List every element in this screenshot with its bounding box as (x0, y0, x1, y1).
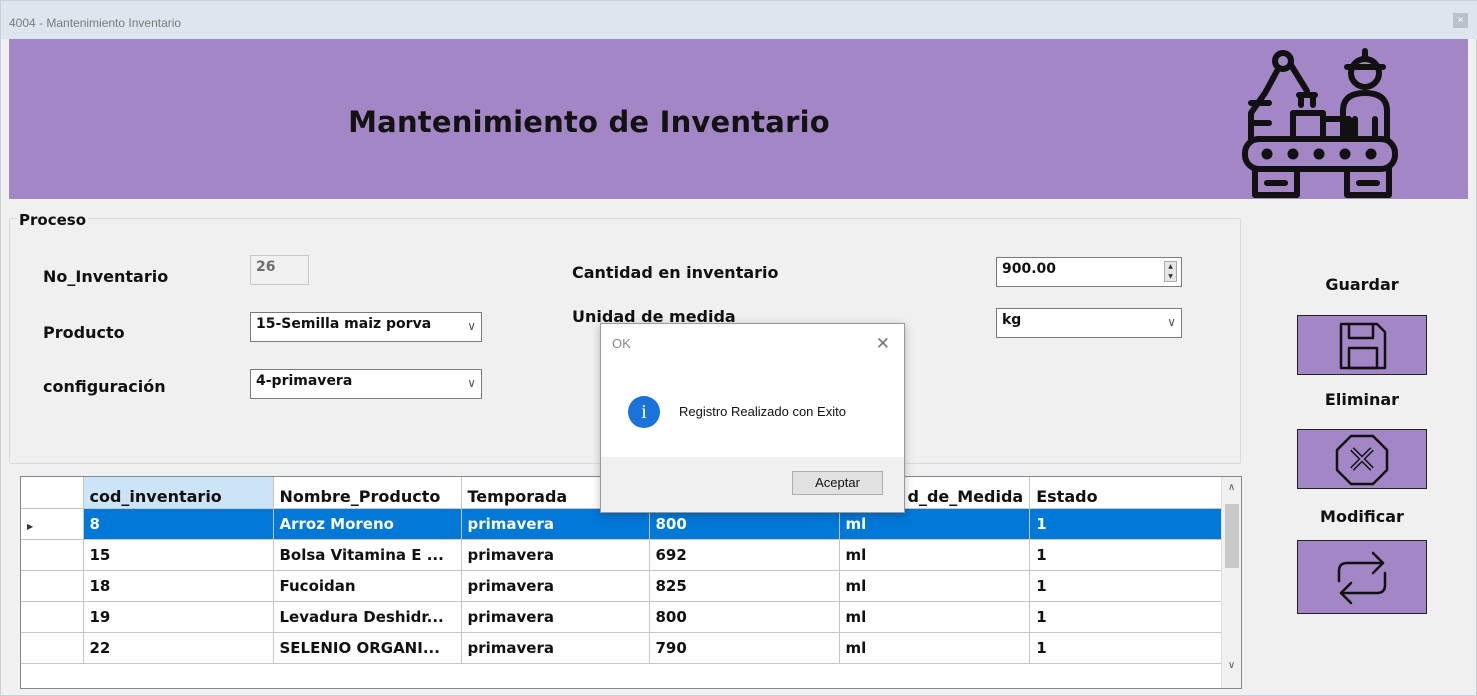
spin-up-icon[interactable]: ▲ (1165, 262, 1176, 272)
table-cell[interactable]: Fucoidan (273, 570, 462, 602)
table-cell[interactable]: SELENIO ORGANI... (273, 632, 462, 664)
header-banner: Mantenimiento de Inventario (9, 39, 1468, 199)
dialog-title: OK (612, 336, 631, 351)
scroll-up-icon[interactable]: ∧ (1222, 479, 1241, 496)
guardar-label: Guardar (1325, 275, 1399, 294)
scroll-down-icon[interactable]: ∨ (1222, 657, 1241, 674)
table-cell[interactable]: 1 (1029, 601, 1225, 633)
scroll-thumb[interactable] (1225, 504, 1239, 568)
guardar-button[interactable] (1297, 315, 1427, 375)
configuracion-label: configuración (43, 377, 166, 396)
cantidad-label: Cantidad en inventario (572, 263, 779, 282)
aceptar-button[interactable]: Aceptar (792, 471, 883, 495)
table-cell[interactable]: 19 (83, 601, 274, 633)
eliminar-button[interactable] (1297, 429, 1427, 489)
window-title: 4004 - Mantenimiento Inventario (9, 16, 182, 30)
table-cell[interactable]: ml (839, 601, 1031, 633)
table-cell[interactable]: 1 (1029, 570, 1225, 602)
producto-label: Producto (43, 323, 125, 342)
no-inventario-label: No_Inventario (43, 267, 169, 286)
eliminar-label: Eliminar (1324, 390, 1400, 409)
cantidad-stepper[interactable]: 900.00 ▲ ▼ (996, 257, 1182, 287)
table-row[interactable]: 22 SELENIO ORGANI... primavera 790 ml 1 (21, 632, 1225, 664)
producto-select[interactable]: 15-Semilla maiz porva ∨ (250, 312, 482, 342)
table-cell[interactable]: ml (839, 570, 1031, 602)
save-icon (1339, 322, 1387, 370)
current-row-arrow-icon: ▶ (27, 521, 34, 531)
dialog-message: Registro Realizado con Exito (679, 404, 846, 419)
unidad-value: kg (1002, 312, 1022, 328)
table-row[interactable]: 15 Bolsa Vitamina E ... primavera 692 ml… (21, 539, 1225, 571)
configuracion-select[interactable]: 4-primavera ∨ (250, 369, 482, 399)
delete-icon (1335, 434, 1389, 486)
no-inventario-field[interactable]: 26 (250, 255, 309, 285)
table-cell[interactable]: 8 (83, 508, 274, 540)
message-dialog: OK ✕ i Registro Realizado con Exito Acep… (600, 323, 905, 513)
table-cell[interactable]: ml (839, 632, 1031, 664)
refresh-icon (1337, 551, 1387, 605)
table-cell[interactable]: 825 (649, 570, 840, 602)
table-cell[interactable]: 800 (649, 601, 840, 633)
table-cell[interactable]: Arroz Moreno (273, 508, 462, 540)
table-cell[interactable]: 790 (649, 632, 840, 664)
table-cell[interactable]: 1 (1029, 508, 1225, 540)
row-header[interactable]: ▶ (21, 508, 84, 540)
modificar-label: Modificar (1320, 507, 1404, 526)
cantidad-value: 900.00 (1002, 261, 1057, 277)
row-header[interactable] (21, 539, 84, 571)
spin-down-icon[interactable]: ▼ (1165, 272, 1176, 282)
column-header[interactable]: cod_inventario (83, 477, 274, 509)
table-cell[interactable]: 15 (83, 539, 274, 571)
chevron-down-icon: ∨ (467, 376, 476, 390)
proceso-legend: Proceso (17, 211, 88, 229)
table-cell[interactable]: 1 (1029, 539, 1225, 571)
configuracion-value: 4-primavera (256, 373, 353, 389)
table-cell[interactable]: primavera (461, 539, 650, 571)
table-cell[interactable]: ml (839, 539, 1031, 571)
vertical-scrollbar[interactable]: ∧ ∨ (1221, 477, 1241, 688)
table-row[interactable]: 18 Fucoidan primavera 825 ml 1 (21, 570, 1225, 602)
app-window: 4004 - Mantenimiento Inventario × Manten… (0, 0, 1477, 696)
modificar-button[interactable] (1297, 540, 1427, 614)
row-header-corner (21, 477, 84, 509)
page-title: Mantenimiento de Inventario (348, 105, 830, 139)
chevron-down-icon: ∨ (467, 319, 476, 333)
dialog-close-icon[interactable]: ✕ (876, 334, 890, 354)
row-header[interactable] (21, 570, 84, 602)
title-bar: 4004 - Mantenimiento Inventario × (1, 1, 1477, 39)
row-header[interactable] (21, 632, 84, 664)
table-cell[interactable]: 1 (1029, 632, 1225, 664)
table-cell[interactable]: 22 (83, 632, 274, 664)
table-cell[interactable]: primavera (461, 632, 650, 664)
producto-value: 15-Semilla maiz porva (256, 316, 432, 332)
column-header[interactable]: Estado (1029, 477, 1224, 509)
chevron-down-icon: ∨ (1167, 315, 1176, 329)
table-cell[interactable]: primavera (461, 601, 650, 633)
table-cell[interactable]: 18 (83, 570, 274, 602)
dialog-footer: Aceptar (601, 457, 904, 512)
info-icon: i (628, 396, 660, 428)
unidad-select[interactable]: kg ∨ (996, 308, 1182, 338)
close-window-button[interactable]: × (1453, 13, 1468, 28)
table-cell[interactable]: Levadura Deshidr... (273, 601, 462, 633)
table-cell[interactable]: Bolsa Vitamina E ... (273, 539, 462, 571)
table-cell[interactable]: primavera (461, 570, 650, 602)
column-header[interactable]: Nombre_Producto (273, 477, 462, 509)
spinner-arrows[interactable]: ▲ ▼ (1164, 261, 1177, 282)
table-row[interactable]: 19 Levadura Deshidr... primavera 800 ml … (21, 601, 1225, 633)
factory-worker-icon (1242, 48, 1398, 198)
table-cell[interactable]: 692 (649, 539, 840, 571)
row-header[interactable] (21, 601, 84, 633)
